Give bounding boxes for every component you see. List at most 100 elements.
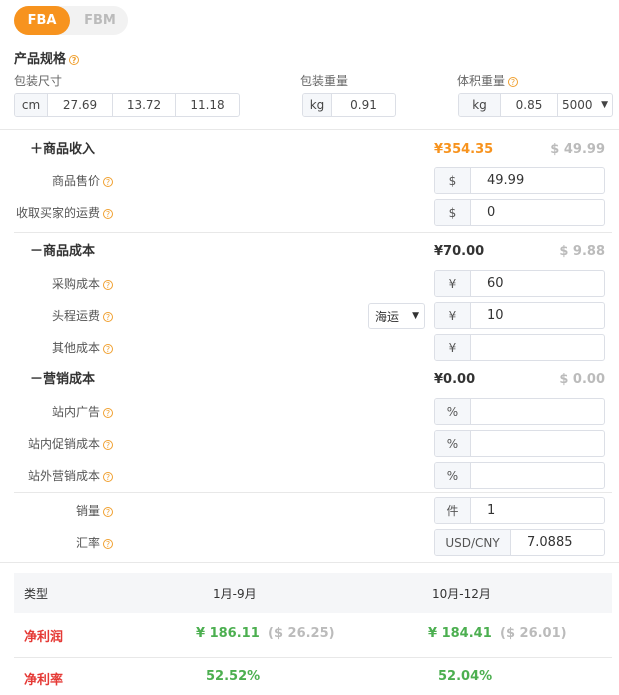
ship-label: 收取买家的运费? [16, 205, 113, 221]
tab-fbm[interactable]: FBM [72, 6, 128, 35]
help-icon[interactable]: ? [103, 471, 113, 482]
help-icon[interactable]: ? [69, 54, 80, 65]
purchase-prefix: ¥ [435, 271, 471, 296]
rate-input[interactable]: USD/CNY 7.0885 [434, 529, 605, 556]
header-type: 类型 [24, 587, 49, 601]
size-label: 包装尺寸 [14, 74, 63, 88]
plus-icon: ＋ [30, 142, 44, 157]
freight-mode-value: 海运 [375, 309, 400, 324]
ship-value[interactable]: 0 [471, 200, 604, 225]
divisor-select[interactable]: 5000 ▼ [558, 94, 612, 116]
price-label-text: 商品售价 [51, 174, 100, 188]
sales-label-text: 销量 [75, 504, 100, 518]
freight-input[interactable]: ¥10 [434, 302, 605, 329]
height-input[interactable]: 11.18 [176, 94, 239, 116]
help-icon[interactable]: ? [103, 407, 113, 418]
ship-input[interactable]: $0 [434, 199, 605, 226]
profit-cny: ¥ 186.11 [196, 626, 260, 641]
marketing-usd: $ 0.00 [559, 372, 605, 387]
net-margin-jan-sep: 52.52% [206, 669, 261, 684]
price-input[interactable]: $49.99 [434, 167, 605, 194]
other-label-text: 其他成本 [51, 341, 100, 355]
freight-value[interactable]: 10 [471, 303, 604, 328]
net-profit-jan-sep: ¥ 186.11 ($ 26.25) [196, 626, 335, 641]
sales-label: 销量? [76, 503, 113, 519]
vol-label: 体积重量? [457, 72, 519, 89]
rate-value[interactable]: 7.0885 [511, 530, 604, 555]
sales-input[interactable]: 件1 [434, 497, 605, 524]
price-prefix: $ [435, 168, 471, 193]
freight-prefix: ¥ [435, 303, 471, 328]
size-unit: cm [15, 94, 48, 116]
ship-prefix: $ [435, 200, 471, 225]
vol-label-text: 体积重量 [457, 74, 506, 88]
sales-value[interactable]: 1 [471, 498, 604, 523]
weight-label: 包装重量 [300, 74, 349, 88]
profit-usd: ($ 26.25) [268, 626, 335, 641]
result-table-header: 类型 1月-9月 10月-12月 [14, 573, 612, 613]
promo-prefix: % [435, 431, 471, 456]
ads-label: 站内广告? [52, 404, 113, 420]
ads-label-text: 站内广告 [51, 405, 100, 419]
width-input[interactable]: 13.72 [113, 94, 176, 116]
ship-label-text: 收取买家的运费 [15, 206, 100, 220]
promo-input[interactable]: % [434, 430, 605, 457]
income-section-toggle[interactable]: ＋商品收入 [30, 141, 95, 159]
divider [14, 232, 612, 233]
other-value[interactable] [471, 335, 604, 360]
other-label: 其他成本? [52, 340, 113, 356]
marketing-section-toggle[interactable]: －营销成本 [30, 371, 95, 389]
freight-mode-select[interactable]: 海运 ▼ [368, 303, 425, 329]
rate-label: 汇率? [76, 535, 113, 551]
divider [0, 129, 619, 130]
offsite-value[interactable] [471, 463, 604, 488]
purchase-label: 采购成本? [52, 276, 113, 292]
income-cny: ¥354.35 [434, 142, 494, 157]
help-icon[interactable]: ? [103, 311, 113, 322]
help-icon[interactable]: ? [508, 76, 519, 87]
marketing-cny: ¥0.00 [434, 372, 476, 387]
vol-input[interactable]: 0.85 [501, 94, 558, 116]
length-input[interactable]: 27.69 [48, 94, 113, 116]
help-icon[interactable]: ? [103, 176, 113, 187]
purchase-input[interactable]: ¥60 [434, 270, 605, 297]
profit-cny: ¥ 184.41 [428, 626, 492, 641]
purchase-value[interactable]: 60 [471, 271, 604, 296]
offsite-input[interactable]: % [434, 462, 605, 489]
header-oct-dec: 10月-12月 [432, 587, 491, 601]
ads-prefix: % [435, 399, 471, 424]
net-margin-label: 净利率 [24, 673, 64, 688]
purchase-label-text: 采购成本 [51, 277, 100, 291]
rate-label-text: 汇率 [75, 536, 100, 550]
tab-fba[interactable]: FBA [14, 6, 70, 35]
net-profit-label: 净利润 [24, 630, 64, 645]
help-icon[interactable]: ? [103, 506, 113, 517]
help-icon[interactable]: ? [103, 343, 113, 354]
weight-input[interactable]: 0.91 [332, 94, 395, 116]
net-profit-oct-dec: ¥ 184.41 ($ 26.01) [428, 626, 567, 641]
other-prefix: ¥ [435, 335, 471, 360]
size-input-group: cm 27.69 13.72 11.18 [14, 93, 240, 117]
rate-prefix: USD/CNY [435, 530, 511, 555]
price-label: 商品售价? [52, 173, 113, 189]
help-icon[interactable]: ? [103, 439, 113, 450]
promo-value[interactable] [471, 431, 604, 456]
other-input[interactable]: ¥ [434, 334, 605, 361]
cost-section-toggle[interactable]: －商品成本 [30, 243, 95, 261]
cost-usd: $ 9.88 [559, 244, 605, 259]
minus-icon: － [30, 244, 44, 259]
spec-title-text: 产品规格 [14, 52, 67, 67]
weight-input-group: kg 0.91 [302, 93, 396, 117]
price-value[interactable]: 49.99 [471, 168, 604, 193]
help-icon[interactable]: ? [103, 279, 113, 290]
weight-unit: kg [303, 94, 332, 116]
help-icon[interactable]: ? [103, 208, 113, 219]
income-title: 商品收入 [43, 142, 96, 157]
net-margin-oct-dec: 52.04% [438, 669, 493, 684]
minus-icon: － [30, 372, 44, 387]
offsite-label-text: 站外营销成本 [27, 469, 100, 483]
ads-input[interactable]: % [434, 398, 605, 425]
vol-input-group: kg 0.85 5000 ▼ [458, 93, 613, 117]
help-icon[interactable]: ? [103, 538, 113, 549]
ads-value[interactable] [471, 399, 604, 424]
